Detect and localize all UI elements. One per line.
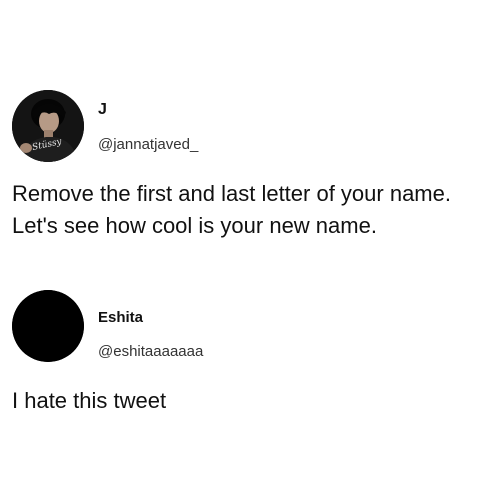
tweet-header: Eshita @eshitaaaaaaa xyxy=(0,290,480,368)
display-name[interactable]: Eshita xyxy=(98,309,143,326)
black-circle-avatar-icon xyxy=(12,290,84,362)
tweet-reply: Eshita @eshitaaaaaaa I hate this tweet xyxy=(0,290,480,413)
tweet-text: I hate this tweet xyxy=(12,388,167,413)
display-name[interactable]: J xyxy=(98,101,107,119)
user-avatar[interactable] xyxy=(12,290,84,362)
tweet-header: Stüssy J @jannatjaved_ xyxy=(0,86,480,164)
user-handle[interactable]: @eshitaaaaaaa xyxy=(98,343,203,360)
tweet-text: Remove the first and last letter of your… xyxy=(12,181,451,238)
user-handle[interactable]: @jannatjaved_ xyxy=(98,136,198,153)
user-avatar-photo[interactable]: Stüssy xyxy=(12,90,84,162)
tweet-original: Stüssy J @jannatjaved_ Remove the first … xyxy=(0,86,480,238)
person-photo-avatar-icon xyxy=(12,90,84,162)
